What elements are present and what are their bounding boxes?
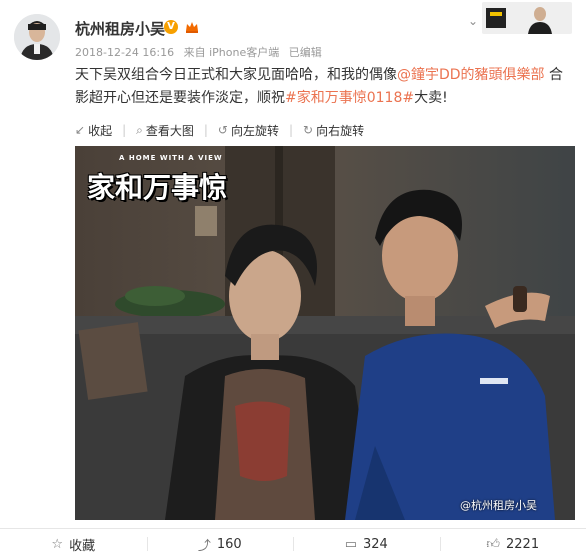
member-badge-icon [184, 19, 200, 35]
comment-button[interactable]: ▭ 324 [293, 529, 440, 560]
photo-title-art: 家和万事惊 [87, 166, 227, 206]
share-count: 160 [217, 537, 242, 552]
action-bar: ☆ 收藏 ⤴ 160 ▭ 324 👍︎ 2221 [0, 528, 586, 560]
rotate-right-label: 向右旋转 [316, 122, 364, 139]
rotate-left-icon: ↺ [218, 123, 228, 137]
mention-link[interactable]: @鐘宇DD的豬頭俱樂部 [397, 67, 545, 83]
like-count: 2221 [506, 537, 539, 552]
post-timestamp[interactable]: 2018-12-24 16:16 [75, 46, 174, 59]
avatar-image [14, 14, 60, 60]
view-large-button[interactable]: ⌕ 查看大图 | [136, 120, 208, 140]
verified-badge-icon: V [164, 20, 178, 34]
edited-label[interactable]: 已编辑 [289, 46, 322, 59]
post-content: 天下吴双组合今日正式和大家见面哈哈，和我的偶像@鐘宇DD的豬頭俱樂部 合影超开心… [75, 64, 575, 110]
hashtag-link[interactable]: #家和万事惊0118# [285, 90, 414, 106]
corner-thumbnail [482, 2, 572, 34]
user-name[interactable]: 杭州租房小吴 [75, 18, 165, 39]
post-source: 来自 iPhone客户端 [184, 46, 280, 59]
view-large-label: 查看大图 [146, 122, 194, 139]
favorite-button[interactable]: ☆ 收藏 [0, 529, 147, 560]
rotate-left-button[interactable]: ↺ 向左旋转 | [218, 120, 293, 140]
photo-watermark: @杭州租房小吴 [460, 497, 537, 513]
avatar[interactable] [14, 14, 60, 60]
magnifier-icon: ⌕ [136, 123, 143, 138]
photo-tagline: A HOME WITH A VIEW [119, 154, 223, 162]
collapse-button[interactable]: ↙ 收起 | [75, 120, 126, 140]
thumbs-up-icon: 👍︎ [486, 537, 500, 552]
like-button[interactable]: 👍︎ 2221 [440, 529, 586, 560]
share-icon: ⤴ [198, 535, 211, 554]
chevron-down-icon[interactable]: ⌄ [468, 14, 478, 28]
star-icon: ☆ [51, 537, 63, 552]
rotate-right-icon: ↻ [303, 123, 313, 137]
comment-icon: ▭ [345, 537, 357, 552]
post-photo[interactable]: A HOME WITH A VIEW 家和万事惊 @杭州租房小吴 [75, 146, 575, 520]
comment-count: 324 [363, 537, 388, 552]
post-text-3: 大卖! [414, 90, 448, 106]
collapse-icon: ↙ [75, 123, 85, 137]
image-toolbar: ↙ 收起 | ⌕ 查看大图 | ↺ 向左旋转 | ↻ 向右旋转 [75, 120, 374, 140]
post-text-1: 天下吴双组合今日正式和大家见面哈哈，和我的偶像 [75, 67, 397, 83]
post-meta: 2018-12-24 16:16 来自 iPhone客户端 已编辑 [75, 44, 328, 60]
rotate-right-button[interactable]: ↻ 向右旋转 [303, 120, 364, 140]
rotate-left-label: 向左旋转 [231, 122, 279, 139]
favorite-label: 收藏 [69, 535, 95, 554]
share-button[interactable]: ⤴ 160 [147, 529, 294, 560]
collapse-label: 收起 [88, 122, 112, 139]
